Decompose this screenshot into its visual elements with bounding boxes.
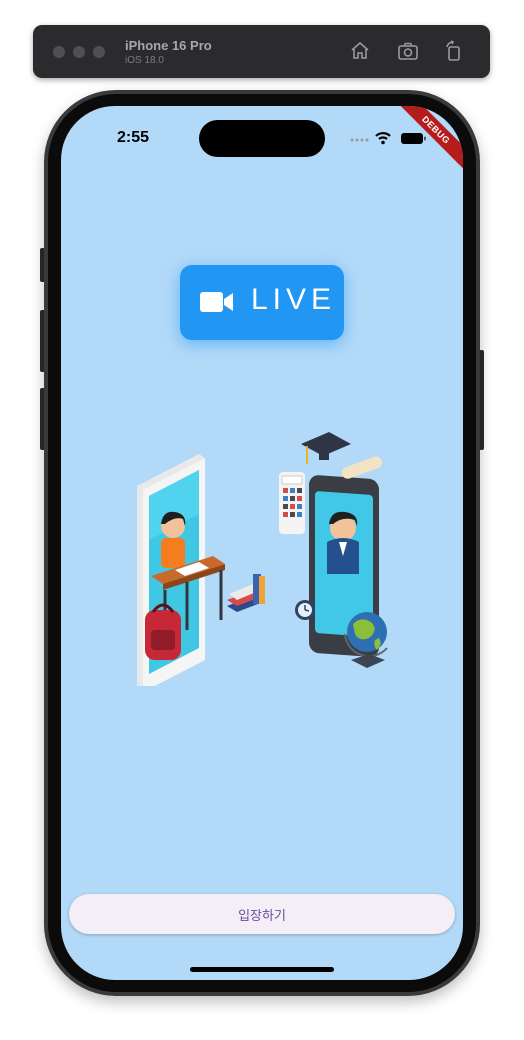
screenshot-icon[interactable] <box>396 39 420 63</box>
live-label: LIVE <box>251 283 337 316</box>
os-version: iOS 18.0 <box>125 55 164 66</box>
wifi-icon <box>375 132 391 145</box>
device-name: iPhone 16 Pro <box>125 38 212 53</box>
home-indicator <box>190 967 334 972</box>
dynamic-island <box>199 120 325 157</box>
simulator-toolbar: iPhone 16 Pro iOS 18.0 <box>33 25 490 78</box>
enter-button[interactable]: 입장하기 <box>69 894 455 934</box>
live-badge: LIVE <box>180 265 344 340</box>
window-minimize-button[interactable] <box>73 46 85 58</box>
status-time: 2:55 <box>117 129 150 146</box>
video-camera-icon <box>200 291 236 313</box>
battery-icon <box>401 133 426 144</box>
window-zoom-button[interactable] <box>93 46 105 58</box>
online-learning-illustration <box>129 424 399 692</box>
home-icon[interactable] <box>348 39 372 63</box>
window-close-button[interactable] <box>53 46 65 58</box>
rotate-icon[interactable] <box>442 39 466 63</box>
app-screen: 2:55 DEBUG LIVE 입장하기 <box>61 106 463 980</box>
signal-icon <box>350 138 369 142</box>
status-icons <box>348 130 428 146</box>
